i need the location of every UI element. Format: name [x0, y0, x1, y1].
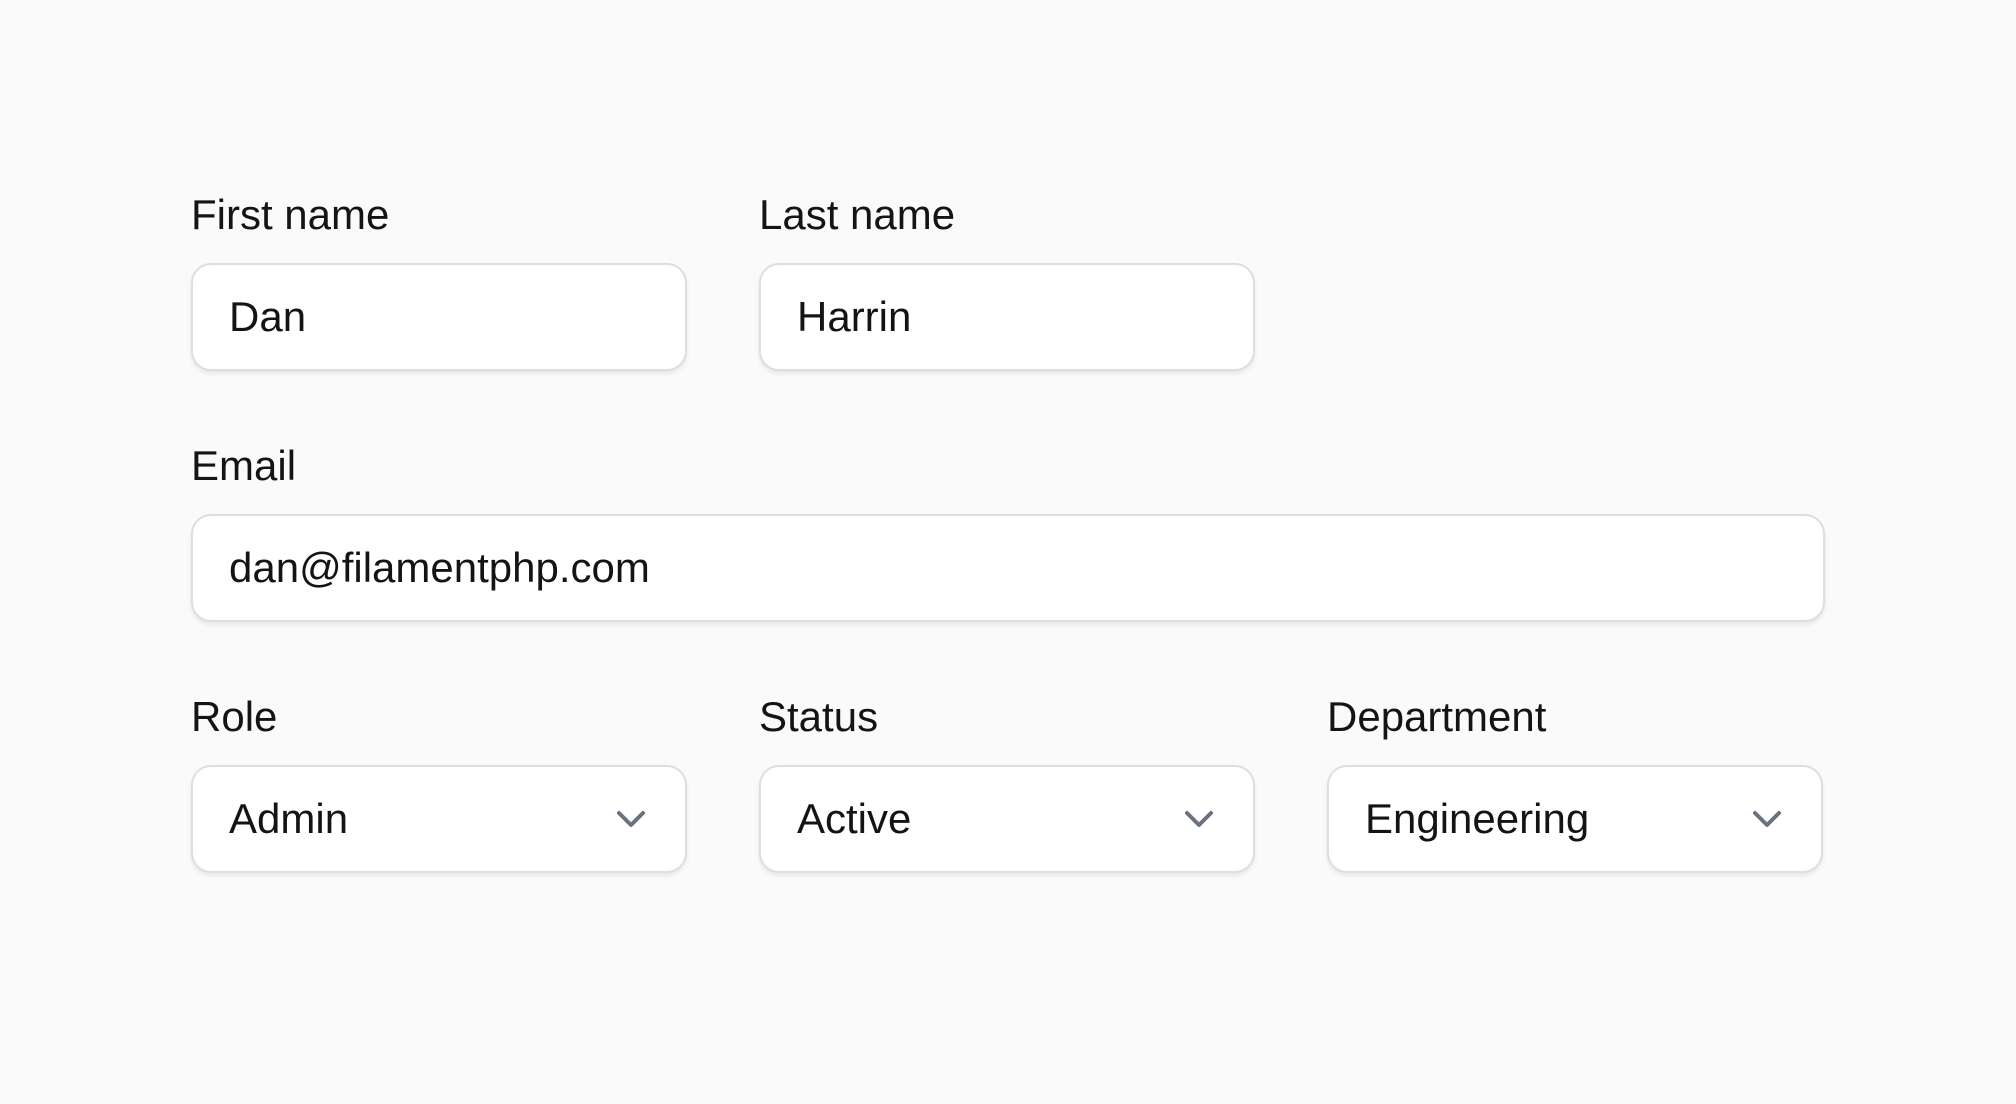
status-label: Status [759, 693, 879, 740]
last-name-field: Last name [759, 190, 1255, 371]
status-select[interactable]: Active [759, 765, 1255, 873]
first-name-input-wrapper[interactable] [191, 263, 687, 371]
user-form: First name Last name Email Role Admin [191, 190, 1825, 873]
status-field: Status Active [759, 692, 1255, 873]
department-label: Department [1327, 693, 1547, 740]
role-label: Role [191, 693, 278, 740]
name-row: First name Last name [191, 190, 1825, 371]
email-input-wrapper[interactable] [191, 514, 1825, 622]
email-label: Email [191, 442, 297, 489]
department-select[interactable]: Engineering [1327, 765, 1823, 873]
first-name-input[interactable] [229, 293, 649, 341]
email-field: Email [191, 441, 1825, 622]
chevron-down-icon [1181, 801, 1217, 837]
email-row: Email [191, 441, 1825, 622]
email-input[interactable] [229, 544, 1787, 592]
department-selected-value: Engineering [1365, 795, 1590, 842]
chevron-down-icon [613, 801, 649, 837]
last-name-input-wrapper[interactable] [759, 263, 1255, 371]
status-selected-value: Active [797, 795, 912, 842]
last-name-label: Last name [759, 191, 956, 238]
role-select[interactable]: Admin [191, 765, 687, 873]
select-row: Role Admin Status Active Department Engi… [191, 692, 1825, 873]
last-name-input[interactable] [797, 293, 1217, 341]
first-name-label: First name [191, 191, 390, 238]
role-selected-value: Admin [229, 795, 349, 842]
department-field: Department Engineering [1327, 692, 1823, 873]
chevron-down-icon [1749, 801, 1785, 837]
role-field: Role Admin [191, 692, 687, 873]
first-name-field: First name [191, 190, 687, 371]
